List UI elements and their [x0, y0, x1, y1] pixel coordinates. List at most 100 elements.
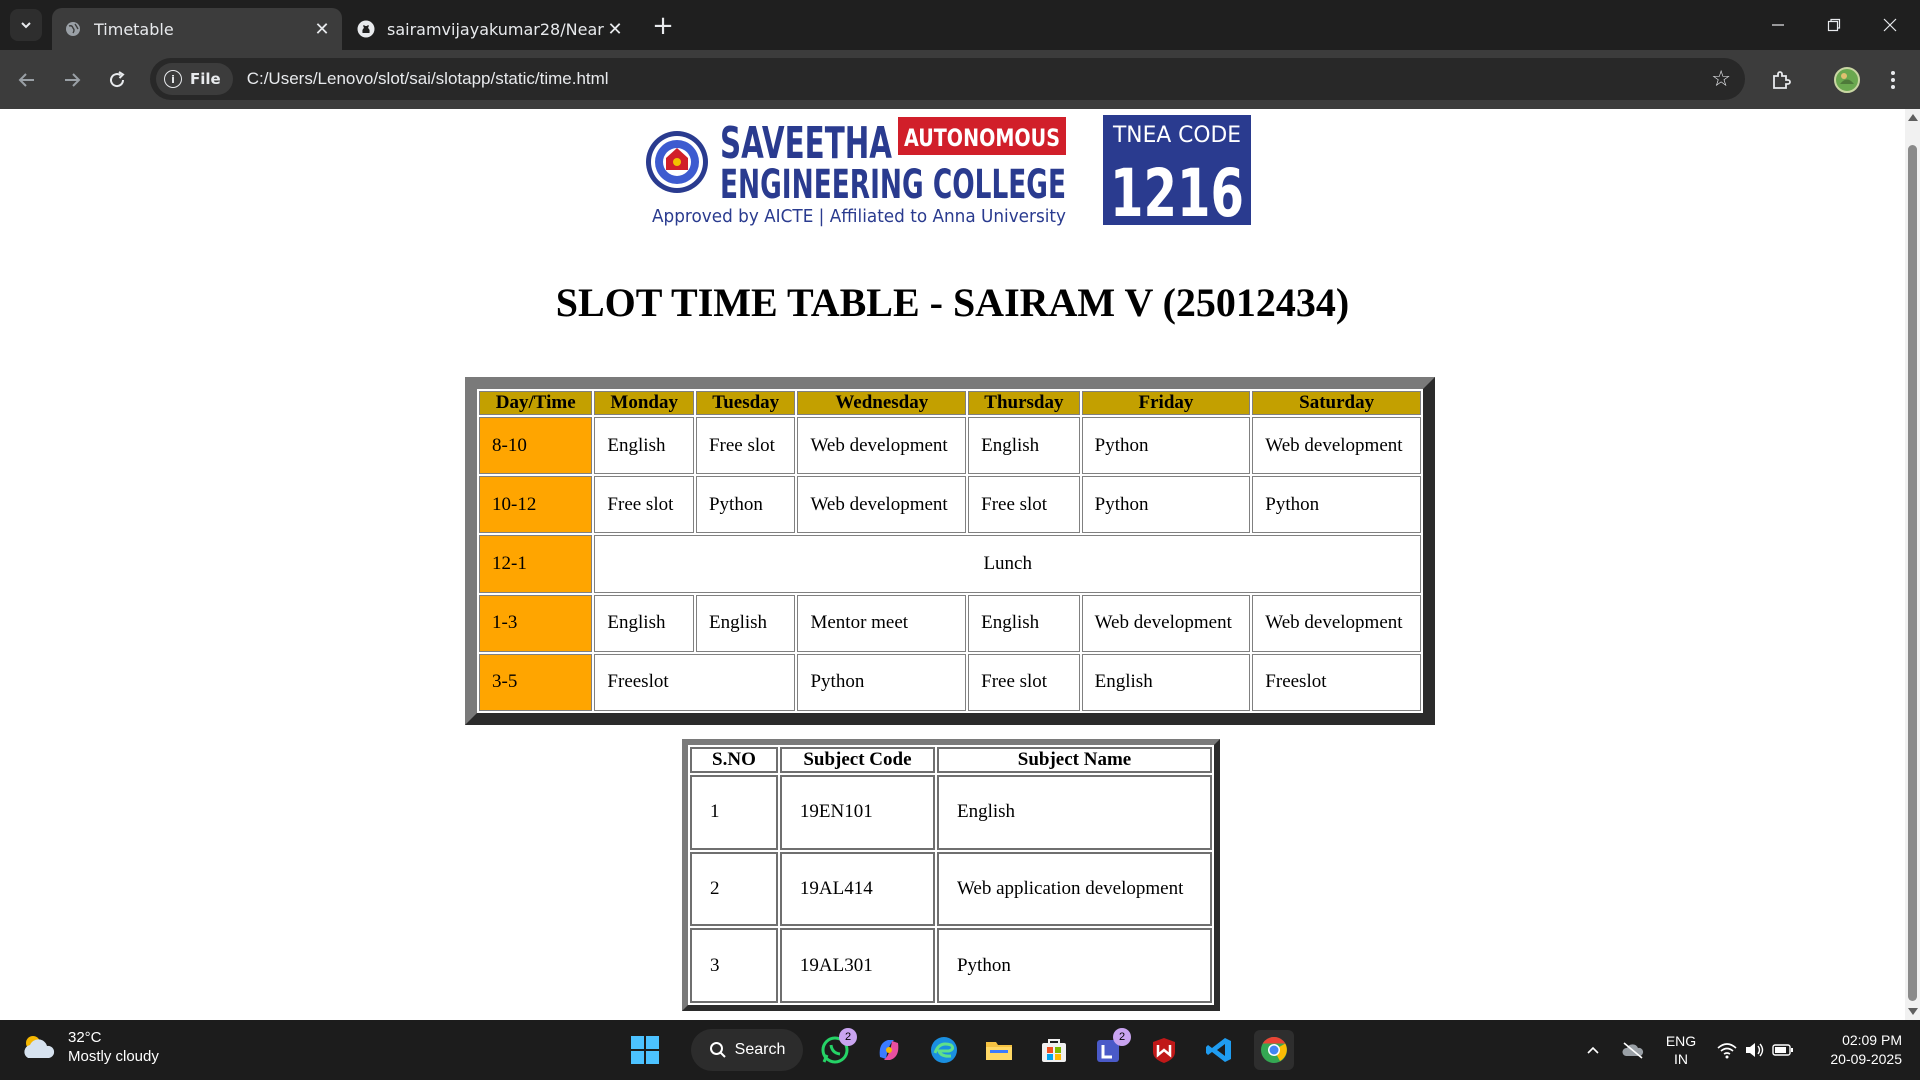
table-cell: Free slot: [968, 476, 1080, 534]
quick-settings-button[interactable]: [1712, 1020, 1798, 1080]
puzzle-icon: [1773, 71, 1791, 89]
taskbar-vscode[interactable]: [1199, 1030, 1239, 1070]
time-slot-cell: 10-12: [479, 476, 593, 534]
site-info-chip[interactable]: i File: [156, 63, 233, 95]
logo-autonomous: AUTONOMOUS: [904, 124, 1060, 152]
header-subject-code: Subject Code: [779, 747, 935, 773]
close-tab-icon[interactable]: ✕: [312, 19, 332, 40]
table-cell: English: [594, 417, 694, 475]
header-monday: Monday: [594, 391, 694, 415]
table-cell: 19AL414: [779, 851, 935, 927]
chrome-icon: [1261, 1036, 1287, 1063]
table-cell: Python: [1252, 476, 1421, 534]
lunch-cell: Lunch: [594, 535, 1421, 593]
new-tab-button[interactable]: +: [648, 11, 678, 41]
slot-timetable: Day/Time Monday Tuesday Wednesday Thursd…: [465, 377, 1435, 725]
browser-menu-button[interactable]: [1876, 63, 1910, 97]
header-sno: S.NO: [690, 747, 778, 773]
table-cell: 19EN101: [779, 775, 935, 850]
bookmark-star-icon[interactable]: ☆: [1711, 67, 1731, 92]
chevron-down-icon: [21, 22, 31, 29]
restore-button[interactable]: [1806, 0, 1862, 50]
clock[interactable]: 02:09 PM 20-09-2025: [1812, 1020, 1902, 1080]
time-slot-cell: 3-5: [479, 653, 593, 711]
table-row: 8-10 English Free slot Web development E…: [479, 417, 1421, 475]
minimize-icon: [1772, 24, 1784, 26]
extensions-button[interactable]: [1764, 63, 1798, 97]
cloudy-weather-icon: [24, 1036, 55, 1058]
volume-icon: [1746, 1043, 1764, 1057]
taskbar-whatsapp[interactable]: 2: [815, 1028, 857, 1070]
chip-label: File: [190, 70, 221, 88]
close-tab-icon[interactable]: ✕: [605, 19, 625, 40]
taskbar-search[interactable]: Search: [691, 1029, 803, 1071]
table-cell: Free slot: [695, 417, 796, 475]
taskbar-edge[interactable]: [924, 1030, 964, 1070]
table-cell: Python: [695, 476, 796, 534]
header-saturday: Saturday: [1252, 391, 1421, 415]
taskbar-copilot[interactable]: [869, 1030, 909, 1070]
table-row: 3 19AL301 Python: [690, 928, 1212, 1003]
close-window-button[interactable]: [1862, 0, 1918, 50]
table-cell: English: [594, 594, 694, 652]
page-scrollbar[interactable]: [1905, 109, 1920, 1020]
clock-time: 02:09 PM: [1842, 1032, 1902, 1048]
page-viewport: SAVEETHA AUTONOMOUS ENGINEERING COLLEGE …: [0, 109, 1905, 1020]
table-cell: Web development: [1252, 417, 1421, 475]
table-cell: English: [968, 594, 1080, 652]
taskbar-mcafee[interactable]: [1144, 1030, 1184, 1070]
close-icon: [1883, 18, 1897, 32]
table-cell: 19AL301: [779, 928, 935, 1003]
url-text[interactable]: C:/Users/Lenovo/slot/sai/slotapp/static/…: [247, 69, 609, 89]
table-cell: Web application development: [936, 851, 1212, 927]
tab-github[interactable]: sairamvijayakumar28/NearMe ✕: [345, 8, 635, 50]
back-arrow-icon: [18, 73, 34, 87]
kebab-menu-icon: [1891, 71, 1895, 89]
vscode-icon: [1206, 1038, 1231, 1062]
search-icon: [709, 1042, 726, 1058]
taskbar-chrome[interactable]: [1254, 1030, 1294, 1070]
subject-header-row: S.NO Subject Code Subject Name: [690, 747, 1212, 773]
table-cell: Python: [1081, 476, 1251, 534]
forward-button[interactable]: [55, 63, 89, 97]
show-hidden-icons-button[interactable]: [1580, 1020, 1606, 1080]
start-button[interactable]: [625, 1030, 665, 1070]
taskbar-file-explorer[interactable]: [979, 1030, 1019, 1070]
table-cell: Web development: [1081, 594, 1251, 652]
scroll-up-icon[interactable]: [1908, 114, 1918, 121]
taskbar-store[interactable]: [1034, 1030, 1074, 1070]
onedrive-button[interactable]: [1618, 1020, 1648, 1080]
table-cell: 1: [690, 775, 778, 850]
table-cell: Web development: [797, 476, 967, 534]
table-row: 10-12 Free slot Python Web development F…: [479, 476, 1421, 534]
table-cell: Web development: [797, 417, 967, 475]
header-tuesday: Tuesday: [695, 391, 796, 415]
profile-avatar[interactable]: [1830, 63, 1864, 97]
subject-table: S.NO Subject Code Subject Name 1 19EN101…: [682, 739, 1220, 1011]
windows-logo-icon: [631, 1036, 659, 1064]
search-label: Search: [734, 1041, 786, 1058]
minimize-button[interactable]: [1750, 0, 1806, 50]
tab-timetable[interactable]: Timetable ✕: [52, 8, 342, 50]
taskbar: 32°C Mostly cloudy Search 2 2 ENG IN 02:…: [0, 1020, 1920, 1080]
wifi-icon: [1717, 1043, 1737, 1059]
table-row: 3-5 Freeslot Python Free slot English Fr…: [479, 653, 1421, 711]
weather-widget[interactable]: 32°C Mostly cloudy: [20, 1028, 159, 1066]
weather-condition: Mostly cloudy: [68, 1048, 159, 1065]
taskbar-teams[interactable]: 2: [1089, 1028, 1131, 1070]
table-cell: English: [968, 417, 1080, 475]
language-line1: ENG: [1665, 1033, 1697, 1049]
table-cell: Free slot: [968, 653, 1080, 711]
language-indicator[interactable]: ENG IN: [1660, 1020, 1702, 1080]
back-button[interactable]: [10, 63, 44, 97]
reload-button[interactable]: [100, 63, 134, 97]
address-bar[interactable]: i File C:/Users/Lenovo/slot/sai/slotapp/…: [150, 58, 1745, 100]
tab-strip: Timetable ✕ sairamvijayakumar28/NearMe ✕…: [0, 0, 1920, 50]
notification-badge: 2: [1113, 1028, 1131, 1046]
scroll-down-icon[interactable]: [1908, 1008, 1918, 1015]
table-cell: Free slot: [594, 476, 694, 534]
tab-search-dropdown[interactable]: [10, 9, 42, 41]
table-cell: Web development: [1252, 594, 1421, 652]
logo-name-line2: ENGINEERING COLLEGE: [720, 162, 1066, 208]
scrollbar-thumb[interactable]: [1908, 145, 1917, 1001]
